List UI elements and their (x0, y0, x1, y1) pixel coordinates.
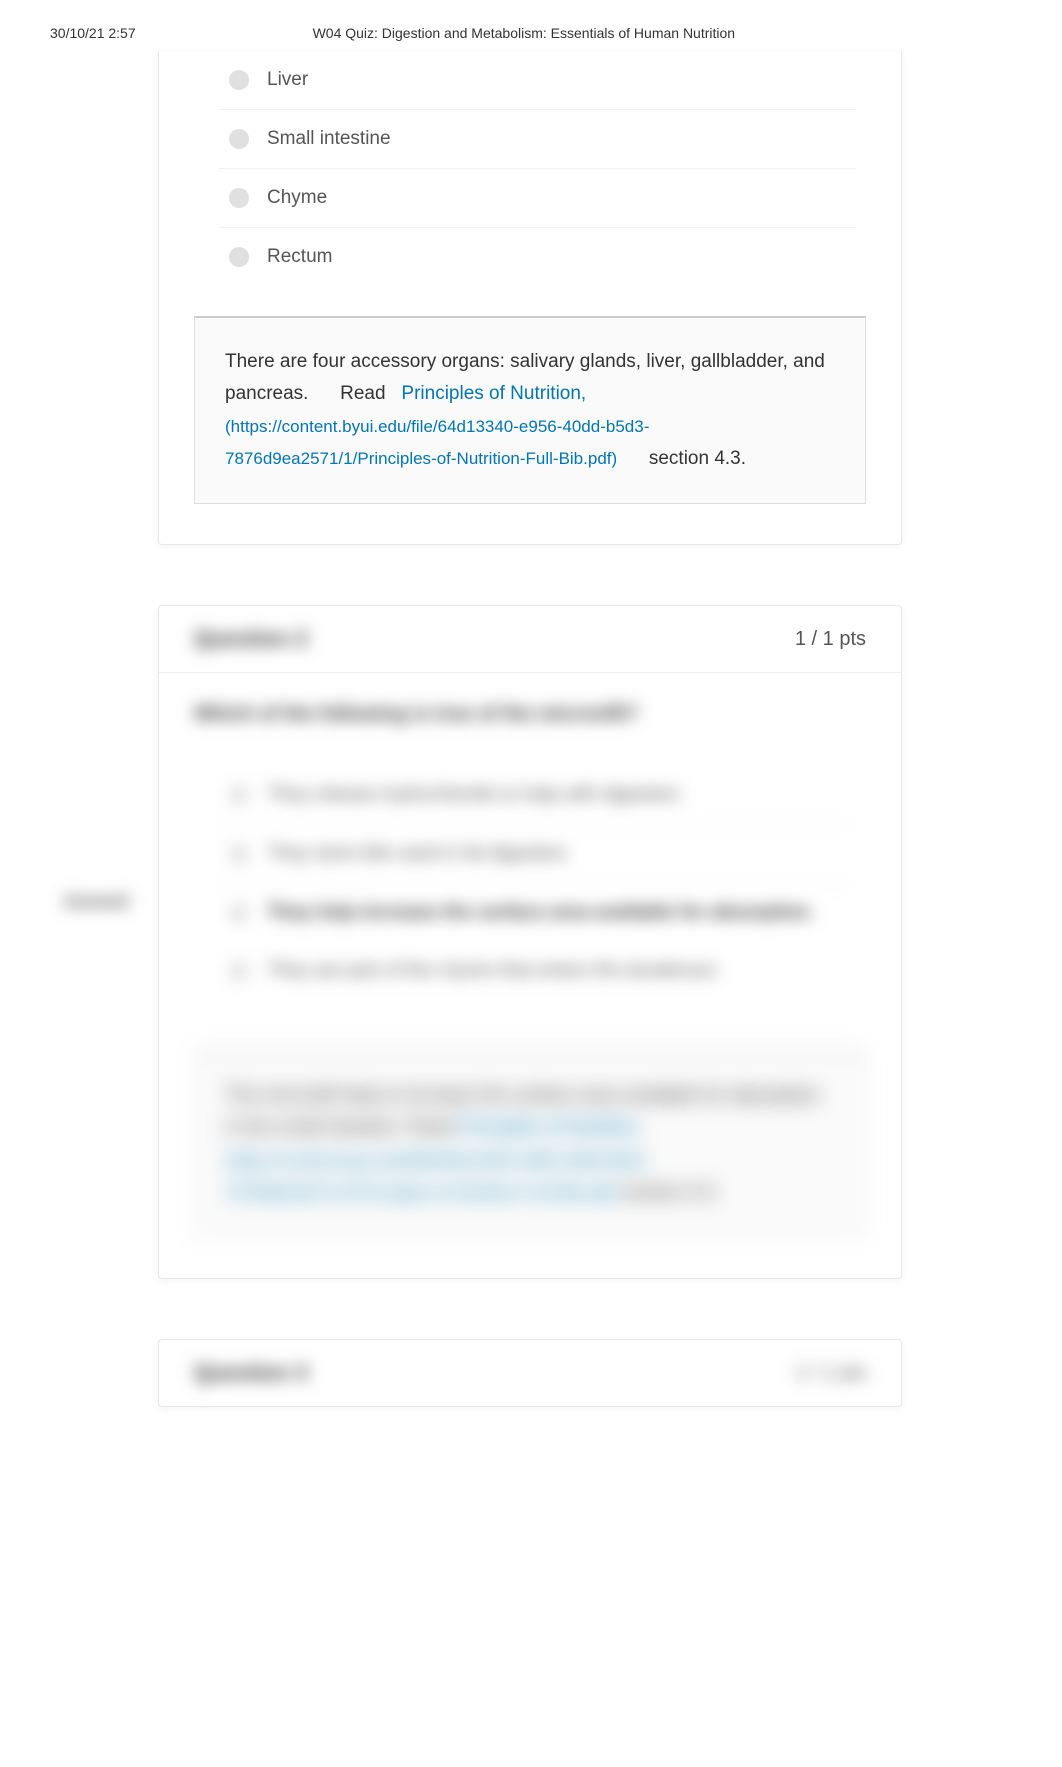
answer-option[interactable]: They help increase the surface area avai… (219, 884, 856, 942)
feedback-section: section 4.5. (622, 1182, 719, 1203)
page-header: 30/10/21 2:57 W04 Quiz: Digestion and Me… (0, 0, 1062, 51)
feedback-section: section 4.3. (649, 448, 746, 469)
feedback-box: The microvilli help to increase the surf… (194, 1050, 866, 1238)
feedback-read-label: Read (340, 383, 385, 404)
radio-icon (229, 188, 249, 208)
answer-option[interactable]: They store bile used in fat digestion. (219, 825, 856, 884)
radio-icon (229, 247, 249, 267)
answer-text: Rectum (267, 246, 332, 268)
feedback-text: The microvilli help to increase the surf… (225, 1085, 820, 1138)
question-points: 1 / 1 pts (795, 628, 866, 651)
feedback-box: There are four accessory organs: salivar… (194, 316, 866, 504)
answer-option[interactable]: They release hydrochloride to help with … (219, 766, 856, 825)
question-card-3: Question 3 1 / 1 pts (158, 1339, 902, 1407)
question-card-2: Question 2 1 / 1 pts Which of the follow… (158, 605, 902, 1279)
radio-icon (229, 70, 249, 90)
answer-text: Liver (267, 69, 308, 91)
radio-icon (229, 961, 249, 981)
feedback-read-label: Read (408, 1117, 453, 1138)
question-points: 1 / 1 pts (795, 1362, 866, 1385)
radio-icon (229, 129, 249, 149)
answer-text: They release hydrochloride to help with … (267, 784, 684, 806)
answer-options-list: Liver Small intestine Chyme Rectum (159, 51, 901, 286)
correct-answer-wrapper: Correct! They help increase the surface … (194, 884, 866, 942)
radio-icon (229, 785, 249, 805)
answer-text: They are part of the chyme that enters t… (267, 960, 721, 982)
page-title: W04 Quiz: Digestion and Metabolism: Esse… (136, 25, 1012, 41)
answer-option[interactable]: Small intestine (219, 110, 856, 169)
feedback-url: (https://content.byui.edu/file/64d13340-… (225, 417, 649, 468)
answer-text: Small intestine (267, 128, 391, 150)
answer-text: They help increase the surface area avai… (267, 902, 814, 924)
content-area: Liver Small intestine Chyme Rectum There… (158, 51, 902, 1407)
correct-label: Correct! (64, 892, 130, 912)
radio-icon (229, 844, 249, 864)
radio-icon (229, 903, 249, 923)
feedback-url: (https://content.byui.edu/file/64d13340-… (225, 1151, 649, 1202)
question-card-1: Liver Small intestine Chyme Rectum There… (158, 51, 902, 545)
answer-option[interactable]: They are part of the chyme that enters t… (219, 942, 856, 1000)
answer-option[interactable]: Liver (219, 51, 856, 110)
answer-text: They store bile used in fat digestion. (267, 843, 571, 865)
answer-option[interactable]: Rectum (219, 228, 856, 286)
question-body: Which of the following is true of the mi… (159, 673, 901, 1020)
question-header: Question 3 1 / 1 pts (159, 1340, 901, 1406)
question-title: Question 3 (194, 1360, 308, 1386)
answer-text: Chyme (267, 187, 327, 209)
feedback-link[interactable]: Principles of Nutrition, (https://conten… (225, 1117, 649, 1203)
question-header: Question 2 1 / 1 pts (159, 606, 901, 673)
question-text: Which of the following is true of the mi… (194, 703, 866, 726)
timestamp: 30/10/21 2:57 (50, 25, 136, 41)
question-title: Question 2 (194, 626, 308, 652)
answer-option[interactable]: Chyme (219, 169, 856, 228)
